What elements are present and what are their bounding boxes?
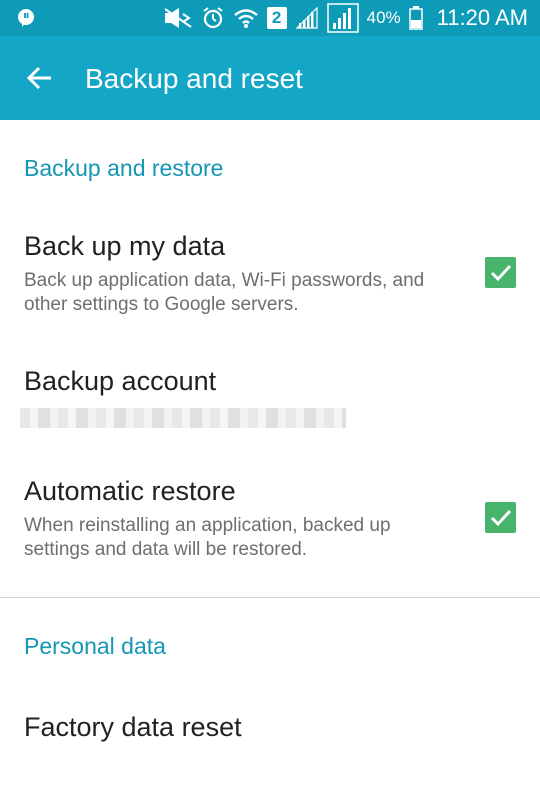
mute-icon [163,7,193,29]
back-up-my-data-checkbox[interactable] [485,257,516,288]
battery-percent: 40% [366,8,401,27]
message-icon [16,8,36,28]
status-clock: 11:20 AM [436,5,528,30]
blurred-account-email [20,408,346,428]
alarm-icon [201,6,225,30]
checkmark-icon [490,264,511,281]
app-bar: Backup and reset [0,36,540,120]
item-title: Back up my data [24,231,226,261]
divider [0,597,540,598]
arrow-back-icon [26,66,51,90]
automatic-restore-checkbox[interactable] [485,502,516,533]
item-title: Backup account [24,366,217,396]
item-summary: When reinstalling an application, backed… [24,515,391,560]
item-title: Automatic restore [24,476,236,506]
battery-icon [408,6,423,30]
checkmark-icon [490,509,511,526]
backup-account-item[interactable]: Backup account [0,350,540,445]
section-header-personal: Personal data [24,633,166,659]
signal-icon [326,3,359,33]
item-title: Factory data reset [24,712,242,742]
sim2-icon: 2 [266,7,287,29]
wifi-icon [233,7,259,29]
back-button[interactable] [20,60,60,96]
item-summary: Back up application data, Wi-Fi password… [24,270,425,315]
factory-data-reset-item[interactable]: Factory data reset [0,695,540,785]
status-bar: 2 40% 11:20 AM [0,0,540,36]
signal-icon [295,6,319,30]
back-up-my-data-item[interactable]: Back up my data Back up application data… [0,215,540,335]
section-header-backup: Backup and restore [24,155,224,181]
automatic-restore-item[interactable]: Automatic restore When reinstalling an a… [0,460,540,580]
page-title: Backup and reset [85,63,303,94]
